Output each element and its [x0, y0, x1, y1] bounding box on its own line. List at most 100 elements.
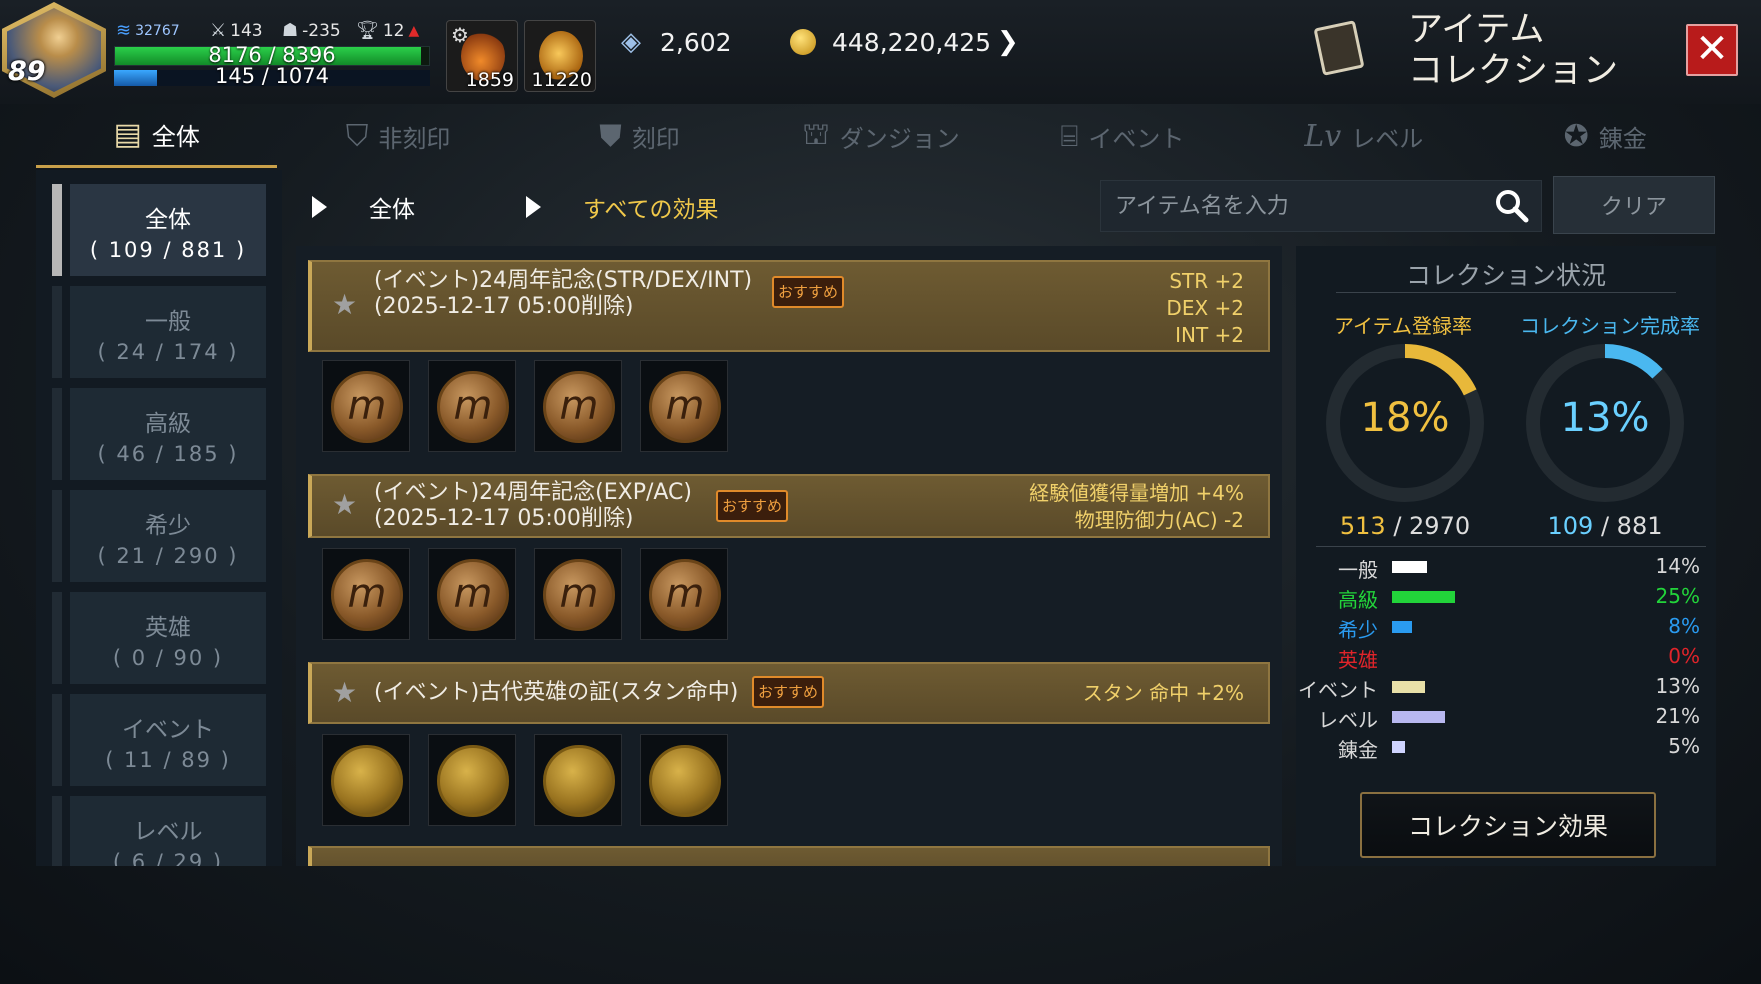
collection-effects: 経験値獲得量増加 +4% 物理防御力(AC) -2	[1029, 480, 1244, 534]
item-search-field[interactable]	[1100, 180, 1542, 232]
collection-title: (イベント)24周年記念(EXP/AC) (2025-12-17 05:00削除…	[374, 480, 692, 532]
attack-value: 143	[230, 20, 263, 41]
sidebar-item-rare[interactable]: 希少 ( 21 / 290 )	[70, 490, 266, 582]
effect-line: DEX +2	[1166, 296, 1244, 320]
item-slot[interactable]: m	[322, 548, 410, 640]
sidebar-item-advanced[interactable]: 高級 ( 46 / 185 )	[70, 388, 266, 480]
item-count-current: 513	[1339, 512, 1386, 540]
collection-header-next[interactable]	[308, 846, 1270, 866]
close-button[interactable]: ✕	[1686, 24, 1738, 76]
sidebar-item-hero[interactable]: 英雄 ( 0 / 90 )	[70, 592, 266, 684]
item-slot[interactable]	[428, 734, 516, 826]
lv-icon: Lv	[1304, 118, 1342, 154]
sidebar-marker	[52, 184, 62, 276]
collection-header[interactable]: ★ (イベント)24周年記念(STR/DEX/INT) (2025-12-17 …	[308, 260, 1270, 352]
rarity-bar	[1392, 741, 1405, 753]
item-slot[interactable]: m	[322, 360, 410, 452]
favorite-star-icon[interactable]: ★	[332, 288, 357, 321]
collection-list[interactable]: ★ (イベント)24周年記念(STR/DEX/INT) (2025-12-17 …	[296, 246, 1282, 866]
tab-level[interactable]: Lv レベル	[1243, 104, 1484, 168]
search-icon[interactable]	[1494, 188, 1530, 224]
rarity-percent: 8%	[1668, 614, 1700, 638]
sidebar-item-event[interactable]: イベント ( 11 / 89 )	[70, 694, 266, 786]
item-slot[interactable]: m	[428, 360, 516, 452]
tab-label: ダンジョン	[839, 124, 960, 153]
tab-alchemy[interactable]: ✪ 錬金	[1485, 104, 1726, 168]
chevron-right-icon[interactable]: ❯	[997, 27, 1019, 57]
favorite-star-icon[interactable]: ★	[332, 676, 357, 709]
tab-label: 刻印	[631, 124, 680, 153]
tab-all[interactable]: ▤ 全体	[36, 104, 278, 168]
rarity-percent: 14%	[1655, 554, 1700, 578]
rarity-bar	[1392, 681, 1425, 693]
hero-medal-icon	[649, 745, 721, 817]
tab-label: 非刻印	[378, 124, 451, 153]
category-name: 全体	[145, 207, 191, 233]
tab-label: イベント	[1088, 124, 1185, 153]
category-name: レベル	[133, 819, 203, 845]
effect-filter-label: すべての効果	[583, 197, 719, 223]
collection-header[interactable]: ★ (イベント)24周年記念(EXP/AC) (2025-12-17 05:00…	[308, 474, 1270, 538]
rarity-label: 錬金	[1338, 738, 1378, 762]
trophy-up-icon: ▲	[408, 22, 420, 39]
sidebar-marker	[52, 286, 62, 378]
rarity-row: 錬金 5%	[1296, 734, 1716, 762]
item-slot[interactable]: m	[640, 548, 728, 640]
item-slot[interactable]	[534, 734, 622, 826]
item-slot[interactable]: m	[534, 360, 622, 452]
sidebar-marker	[52, 388, 62, 480]
sidebar-item-all[interactable]: 全体 ( 109 / 881 )	[70, 184, 266, 276]
medal-coin-icon: m	[649, 371, 721, 443]
combat-power-stat: ≋ 32767	[116, 20, 180, 41]
tab-event[interactable]: ⌸ イベント	[1002, 104, 1243, 168]
item-slot[interactable]: m	[534, 548, 622, 640]
defense-stat: ☗ -235	[282, 20, 341, 41]
stamp-shield-icon: ⛊	[599, 118, 622, 154]
tab-label: 全体	[151, 123, 200, 151]
title-divider	[1336, 292, 1676, 293]
attack-stat: ⚔ 143	[210, 20, 263, 41]
collection-effect-button[interactable]: コレクション効果	[1360, 792, 1656, 858]
pentagram-icon: ✪	[1563, 118, 1589, 154]
item-slot[interactable]	[322, 734, 410, 826]
page-title: アイテム コレクション	[1408, 10, 1619, 91]
effect-line: INT +2	[1175, 323, 1244, 347]
sidebar-marker	[52, 796, 62, 866]
item-rate-label: アイテム登録率	[1334, 314, 1472, 338]
complete-count: 109 / 881	[1547, 512, 1663, 540]
collection-title-line: (イベント)24周年記念(STR/DEX/INT)	[374, 268, 753, 293]
sidebar-item-common[interactable]: 一般 ( 24 / 174 )	[70, 286, 266, 378]
potion-slot-1[interactable]: ⚙ 1859	[446, 20, 518, 92]
effect-line: STR +2	[1169, 269, 1244, 293]
category-filter[interactable]: 全体	[312, 190, 415, 224]
item-slot[interactable]: m	[640, 360, 728, 452]
rarity-bar	[1392, 711, 1445, 723]
gift-icon: ⌸	[1060, 118, 1079, 154]
hero-medal-icon	[437, 745, 509, 817]
gold-currency[interactable]: 448,220,425 ❯	[786, 22, 1019, 62]
item-count: 513 / 2970	[1339, 512, 1471, 540]
search-input[interactable]	[1101, 181, 1541, 231]
potion-slot-2[interactable]: 11220	[524, 20, 596, 92]
tab-dungeon[interactable]: ⛫ ダンジョン	[760, 104, 1001, 168]
item-slot[interactable]	[640, 734, 728, 826]
favorite-star-icon[interactable]: ★	[332, 488, 357, 521]
category-name: 一般	[145, 309, 191, 335]
gear-icon: ⚙	[451, 23, 469, 47]
tab-unengraved[interactable]: ⛉ 非刻印	[277, 104, 518, 168]
category-count: ( 0 / 90 )	[112, 646, 224, 670]
clear-button[interactable]: クリア	[1553, 176, 1715, 234]
mp-text: 145 / 1074	[215, 64, 329, 88]
item-count-total: 2970	[1409, 512, 1471, 540]
effect-filter[interactable]: すべての効果	[526, 190, 718, 224]
collection-header[interactable]: ★ (イベント)古代英雄の証(スタン命中) おすすめ スタン 命中 +2%	[308, 662, 1270, 724]
medal-coin-icon: m	[649, 559, 721, 631]
sidebar-item-level[interactable]: レベル ( 6 / 29 )	[70, 796, 266, 866]
count-divider	[1316, 546, 1706, 547]
sidebar-marker	[52, 592, 62, 684]
effect-line: スタン 命中 +2%	[1082, 681, 1244, 705]
hero-medal-icon	[543, 745, 615, 817]
item-slot[interactable]: m	[428, 548, 516, 640]
tab-engraved[interactable]: ⛊ 刻印	[519, 104, 760, 168]
potion-count-1: 1859	[465, 69, 514, 91]
